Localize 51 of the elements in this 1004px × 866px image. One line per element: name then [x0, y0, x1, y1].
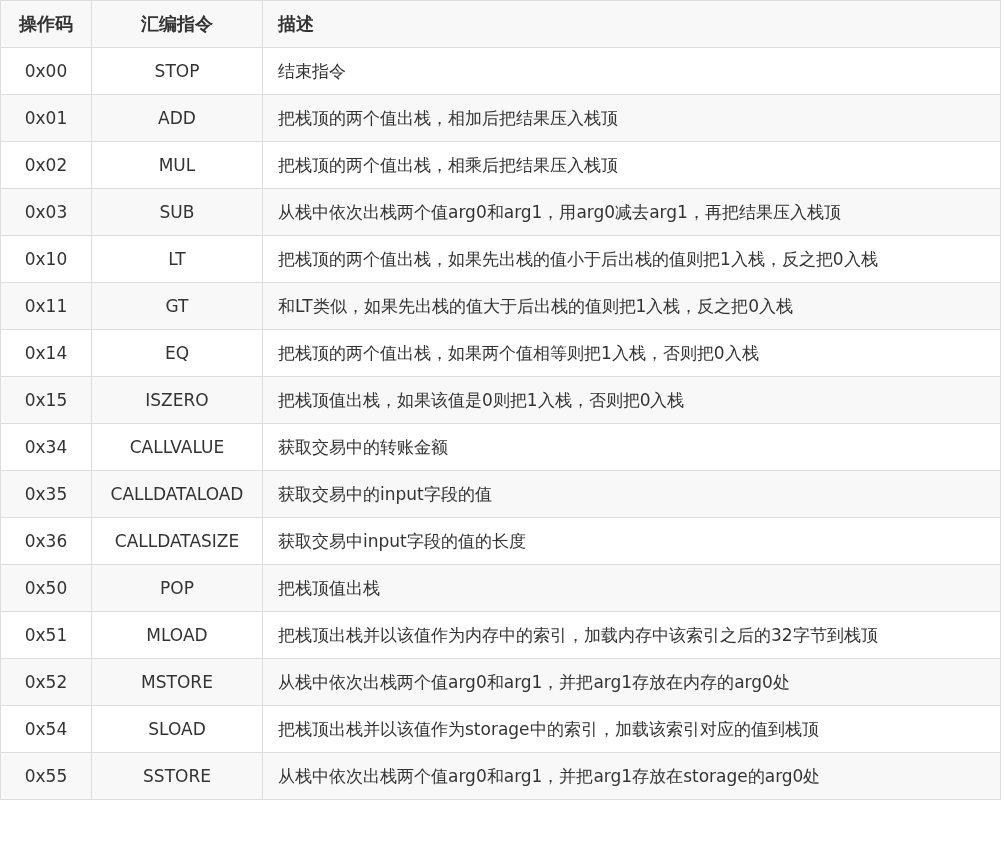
table-cell: CALLDATASIZE	[91, 517, 263, 565]
table-cell: MSTORE	[91, 658, 263, 706]
table-cell: 0x01	[0, 94, 92, 142]
table-cell: SSTORE	[91, 752, 263, 800]
table-cell: 0x03	[0, 188, 92, 236]
table-cell: 0x51	[0, 611, 92, 659]
table-cell: 0x35	[0, 470, 92, 518]
table-cell: 0x11	[0, 282, 92, 330]
table-cell: MLOAD	[91, 611, 263, 659]
table-cell: 0x15	[0, 376, 92, 424]
table-cell: 从栈中依次出栈两个值arg0和arg1，用arg0减去arg1，再把结果压入栈顶	[262, 188, 1001, 236]
table-cell: CALLVALUE	[91, 423, 263, 471]
table-cell: CALLDATALOAD	[91, 470, 263, 518]
table-cell: STOP	[91, 47, 263, 95]
table-cell: 和LT类似，如果先出栈的值大于后出栈的值则把1入栈，反之把0入栈	[262, 282, 1001, 330]
table-cell: 0x34	[0, 423, 92, 471]
table-cell: 0x54	[0, 705, 92, 753]
table-cell: 0x10	[0, 235, 92, 283]
table-cell: MUL	[91, 141, 263, 189]
table-cell: 把栈顶的两个值出栈，如果先出栈的值小于后出栈的值则把1入栈，反之把0入栈	[262, 235, 1001, 283]
table-cell: 0x36	[0, 517, 92, 565]
table-cell: 把栈顶的两个值出栈，相乘后把结果压入栈顶	[262, 141, 1001, 189]
table-cell: SLOAD	[91, 705, 263, 753]
table-cell: 0x02	[0, 141, 92, 189]
table-cell: 0x52	[0, 658, 92, 706]
table-cell: 获取交易中的input字段的值	[262, 470, 1001, 518]
table-cell: 把栈顶出栈并以该值作为storage中的索引，加载该索引对应的值到栈顶	[262, 705, 1001, 753]
table-cell: 结束指令	[262, 47, 1001, 95]
table-cell: 0x50	[0, 564, 92, 612]
table-cell: SUB	[91, 188, 263, 236]
table-cell: LT	[91, 235, 263, 283]
column-header: 操作码	[0, 0, 92, 48]
table-cell: ADD	[91, 94, 263, 142]
column-header: 汇编指令	[91, 0, 263, 48]
table-cell: 把栈顶的两个值出栈，相加后把结果压入栈顶	[262, 94, 1001, 142]
column-header: 描述	[262, 0, 1001, 48]
table-cell: POP	[91, 564, 263, 612]
table-cell: 0x00	[0, 47, 92, 95]
table-cell: 把栈顶出栈并以该值作为内存中的索引，加载内存中该索引之后的32字节到栈顶	[262, 611, 1001, 659]
table-cell: 把栈顶的两个值出栈，如果两个值相等则把1入栈，否则把0入栈	[262, 329, 1001, 377]
table-cell: 0x55	[0, 752, 92, 800]
table-cell: 从栈中依次出栈两个值arg0和arg1，并把arg1存放在storage的arg0处	[262, 752, 1001, 800]
table-cell: 把栈顶值出栈	[262, 564, 1001, 612]
table-cell: 0x14	[0, 329, 92, 377]
table-cell: GT	[91, 282, 263, 330]
table-cell: EQ	[91, 329, 263, 377]
table-cell: 从栈中依次出栈两个值arg0和arg1，并把arg1存放在内存的arg0处	[262, 658, 1001, 706]
table-cell: 获取交易中input字段的值的长度	[262, 517, 1001, 565]
table-cell: ISZERO	[91, 376, 263, 424]
table-cell: 把栈顶值出栈，如果该值是0则把1入栈，否则把0入栈	[262, 376, 1001, 424]
table-cell: 获取交易中的转账金额	[262, 423, 1001, 471]
